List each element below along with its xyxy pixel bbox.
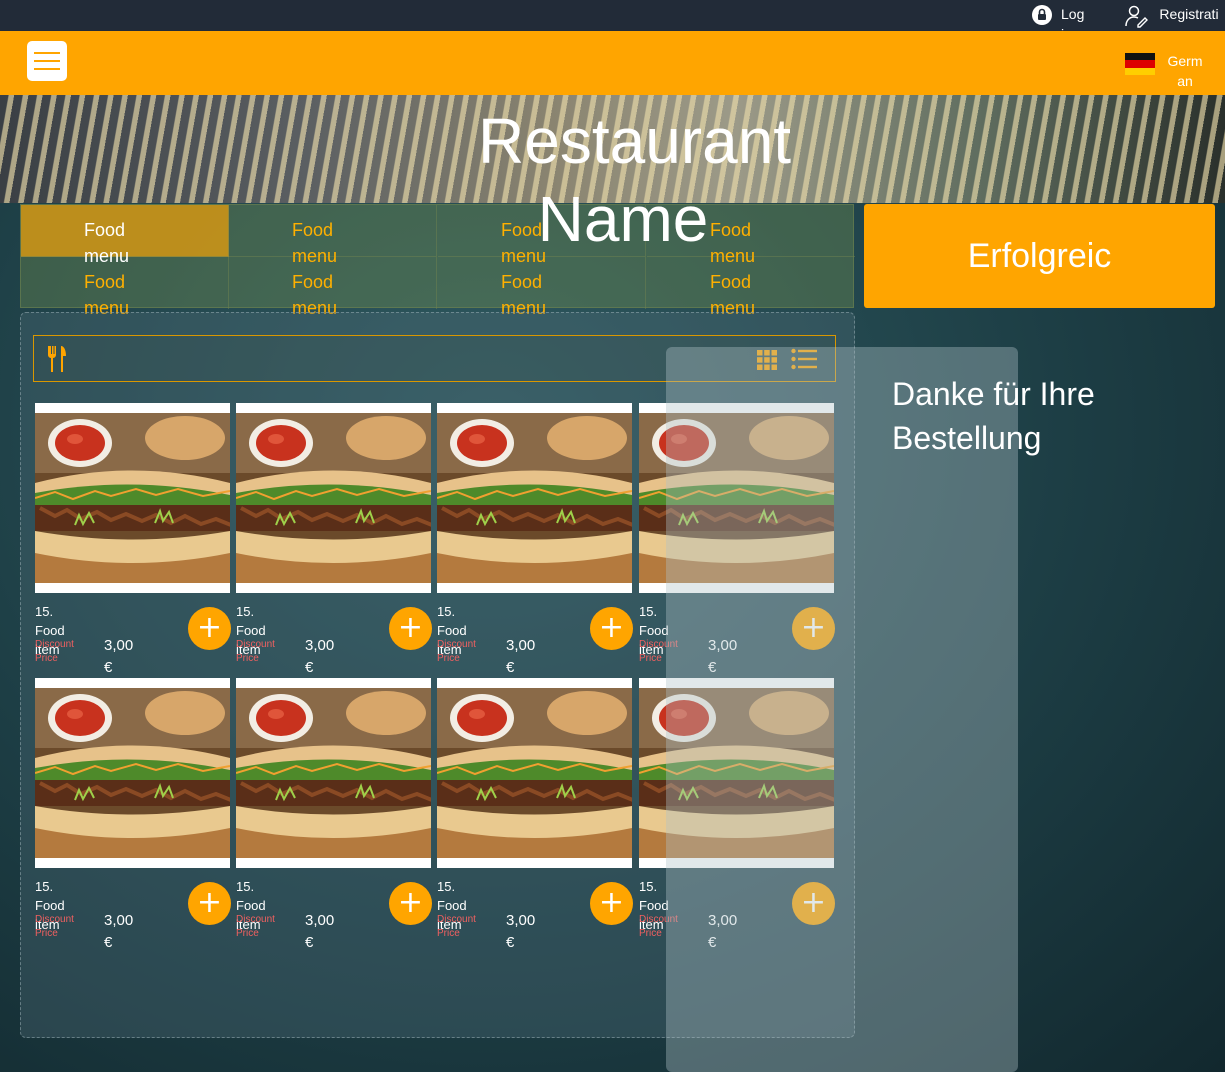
category-tab[interactable]: Food menu: [21, 257, 229, 318]
top-bar: Login Registration: [0, 0, 1225, 42]
product-price: 3,00 €: [104, 912, 134, 951]
category-tab[interactable]: Food menu: [438, 257, 646, 318]
product-image[interactable]: [236, 403, 431, 593]
discount-price-label: Discount Price: [35, 914, 74, 939]
discount-price-label: Discount Price: [236, 639, 275, 664]
category-tab[interactable]: Food menu: [229, 205, 437, 266]
sandwich-image: [35, 413, 230, 583]
product-image[interactable]: [236, 678, 431, 868]
discount-price-label: Discount Price: [236, 914, 275, 939]
german-flag-icon: [1125, 53, 1155, 75]
lock-icon: [1032, 5, 1052, 25]
plus-icon[interactable]: +: [590, 607, 633, 650]
product-price: 3,00 €: [305, 912, 335, 951]
navbar: German: [0, 31, 1225, 95]
sandwich-image: [437, 413, 632, 583]
category-tab[interactable]: Food menu: [647, 257, 855, 318]
language-selector[interactable]: German: [1125, 51, 1203, 91]
product-card[interactable]: 15. Food item Discount Price 3,00 € +: [35, 678, 231, 951]
discount-price-label: Discount Price: [437, 914, 476, 939]
product-image[interactable]: [35, 678, 230, 868]
product-price: 3,00 €: [506, 637, 536, 676]
hamburger-icon[interactable]: [27, 41, 67, 81]
product-card[interactable]: 15. Food item Discount Price 3,00 € +: [437, 678, 633, 951]
plus-icon[interactable]: +: [188, 607, 231, 650]
order-success-title: Erfolgreic: [864, 204, 1215, 308]
sandwich-image: [35, 688, 230, 858]
user-edit-icon: [1125, 5, 1148, 28]
product-card[interactable]: 15. Food item Discount Price 3,00 € +: [437, 403, 633, 676]
product-image[interactable]: [35, 403, 230, 593]
product-price: 3,00 €: [506, 912, 536, 951]
plus-icon[interactable]: +: [590, 882, 633, 925]
product-card[interactable]: 15. Food item Discount Price 3,00 € +: [236, 678, 432, 951]
restaurant-name: Restaurant Name: [478, 105, 792, 255]
category-tab[interactable]: Food menu: [21, 205, 229, 266]
hamburger-line: [34, 68, 60, 70]
plus-icon[interactable]: +: [389, 882, 432, 925]
language-label: German: [1167, 53, 1203, 89]
plus-icon[interactable]: +: [188, 882, 231, 925]
product-card[interactable]: 15. Food item Discount Price 3,00 € +: [35, 403, 231, 676]
sandwich-image: [236, 413, 431, 583]
discount-price-label: Discount Price: [35, 639, 74, 664]
plus-icon[interactable]: +: [389, 607, 432, 650]
product-card[interactable]: 15. Food item Discount Price 3,00 € +: [236, 403, 432, 676]
hamburger-line: [34, 60, 60, 62]
thank-you-message: Danke für Ihre Bestellung: [892, 376, 1095, 456]
category-tab[interactable]: Food menu: [229, 257, 437, 318]
product-image[interactable]: [437, 403, 632, 593]
sandwich-image: [437, 688, 632, 858]
fork-knife-icon: [48, 346, 66, 372]
hamburger-line: [34, 52, 60, 54]
product-price: 3,00 €: [305, 637, 335, 676]
discount-price-label: Discount Price: [437, 639, 476, 664]
product-image[interactable]: [437, 678, 632, 868]
sandwich-image: [236, 688, 431, 858]
product-price: 3,00 €: [104, 637, 134, 676]
